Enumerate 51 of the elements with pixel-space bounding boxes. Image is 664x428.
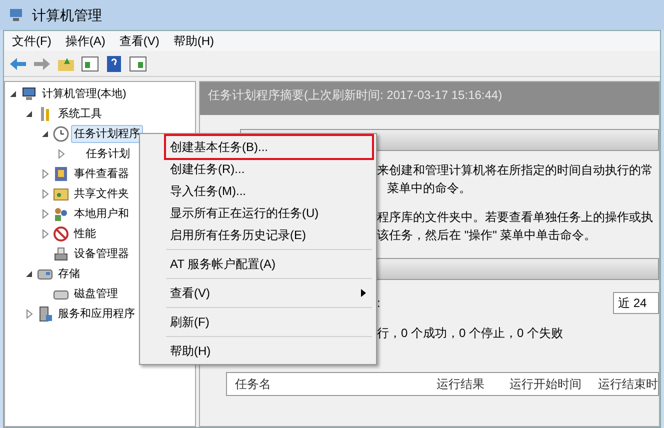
menu-item[interactable]: 查看(V) [119,32,160,50]
tree-item[interactable]: 服务和应用程序 [55,304,138,324]
tree-item[interactable]: 系统工具 [55,104,105,124]
menu-item[interactable]: 创建基本任务(B)... [166,136,372,158]
clock-icon [53,126,69,142]
menu-item[interactable]: 创建任务(R)... [166,158,372,180]
period-dropdown[interactable]: 近 24 [613,292,659,314]
tree-item[interactable]: 本地用户和 [71,204,132,224]
column-header[interactable]: 运行结束时 [594,375,658,393]
pane-icon[interactable] [80,54,100,74]
tree-item[interactable]: 存储 [55,264,83,284]
summary-header: 任务计划程序摘要(上次刷新时间: 2017-03-17 15:16:44) [200,82,659,115]
menu-item[interactable]: 文件(F) [12,32,52,50]
users-icon [53,206,69,222]
tree-item[interactable]: 事件查看器 [71,164,132,184]
menu-item[interactable]: 导入任务(M)... [166,180,372,202]
submenu-arrow-icon [361,289,366,297]
tree-item[interactable]: 计算机管理(本地) [39,84,130,104]
tree-item[interactable]: 设备管理器 [71,244,132,264]
overview-text: 该任务，然后在 "操作" 菜单中单击命令。 [377,227,598,244]
folder-icon [53,186,69,202]
menu-item[interactable]: 查看(V) [166,282,372,304]
device-icon [53,246,69,262]
pane-icon[interactable] [128,54,148,74]
no-entry-icon [53,226,69,242]
menu-item[interactable]: AT 服务帐户配置(A) [166,253,372,275]
column-header[interactable]: 运行开始时间 [504,375,594,393]
menu-item[interactable]: 启用所有任务历史记录(E) [166,224,372,246]
window-title: 计算机管理 [32,6,102,24]
help-icon[interactable] [104,54,124,74]
status-summary: 行，0 个成功，0 个停止，0 个失败 [376,325,564,342]
menu-item[interactable]: 刷新(F) [166,311,372,333]
tree-item[interactable]: 磁盘管理 [71,284,121,304]
tree-item[interactable]: 共享文件夹 [71,184,132,204]
column-header[interactable]: 任务名 [227,375,436,393]
tree-item[interactable]: 任务计划 [83,144,133,164]
log-icon [53,166,69,182]
tree-item[interactable]: 任务计划程序 [71,124,143,144]
computer-icon [21,86,37,102]
computer-icon [8,7,24,23]
menu-item[interactable]: 帮助(H) [166,340,372,362]
status-label: : [377,295,380,312]
overview-text: 程序库的文件夹中。若要查看单独任务上的操作或执 [377,209,654,226]
menu-item[interactable]: 显示所有正在运行的任务(U) [166,202,372,224]
server-icon [37,306,53,322]
menu-item[interactable]: 操作(A) [65,32,106,50]
tree-item[interactable]: 性能 [71,224,99,244]
column-header[interactable]: 运行结果 [436,375,504,393]
overview-text: 菜单中的命令。 [386,180,472,197]
menu-item[interactable]: 帮助(H) [173,32,214,50]
overview-text: 来创建和管理计算机将在所指定的时间自动执行的常 [377,162,654,179]
